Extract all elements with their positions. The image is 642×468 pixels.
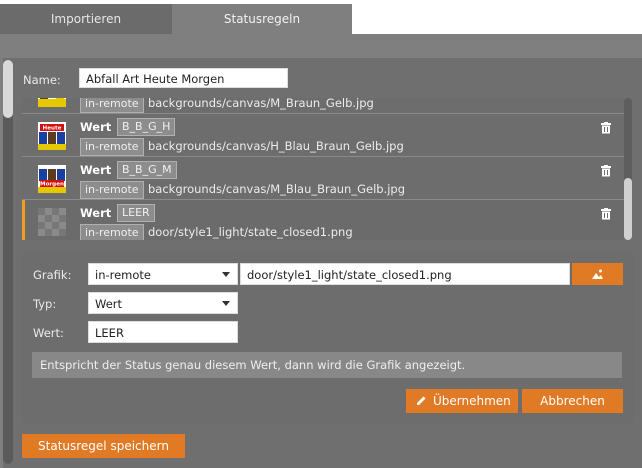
outer-scrollbar-thumb[interactable] [3, 60, 13, 118]
rule-row[interactable]: Heute Wert B_B_G_H in-remote backgrounds… [22, 114, 624, 157]
apply-button[interactable]: Übernehmen [406, 389, 518, 413]
rule-type: Wert [80, 163, 112, 177]
rule-value-tag: B_B_G_H [117, 118, 176, 136]
rule-hint: Entspricht der Status genau diesem Wert,… [32, 352, 622, 378]
rule-row[interactable]: in-remote backgrounds/canvas/M_Braun_Gel… [22, 98, 624, 114]
rule-value-tag: LEER [117, 204, 155, 222]
rule-source-tag: in-remote [80, 224, 144, 240]
outer-scrollbar[interactable] [3, 60, 13, 464]
trash-icon[interactable] [600, 122, 612, 134]
rule-list: in-remote backgrounds/canvas/M_Braun_Gel… [22, 98, 624, 240]
save-rule-button[interactable]: Statusregel speichern [22, 434, 185, 458]
wert-input[interactable]: LEER [88, 321, 238, 343]
rule-source-tag: in-remote [80, 181, 144, 199]
tab-statusregeln[interactable]: Statusregeln [172, 4, 352, 34]
thumbnail-text: Heute [43, 126, 62, 132]
pencil-icon [417, 396, 426, 405]
rule-path: backgrounds/canvas/M_Blau_Braun_Gelb.jpg [148, 182, 406, 196]
typ-value: Wert [95, 297, 123, 311]
wert-label: Wert: [33, 326, 64, 340]
typ-label: Typ: [33, 297, 57, 311]
rule-source-tag: in-remote [80, 138, 144, 156]
selection-indicator [22, 200, 25, 240]
grafik-label: Grafik: [33, 268, 72, 282]
thumbnail-text: Morgen [40, 182, 64, 188]
image-picker-icon [592, 269, 603, 279]
cancel-button[interactable]: Abbrechen [522, 389, 623, 413]
rule-thumbnail [38, 208, 66, 236]
rule-list-scrollbar[interactable] [624, 98, 632, 240]
rule-thumbnail [38, 98, 66, 107]
rule-type: Wert [80, 206, 112, 220]
typ-select[interactable]: Wert [88, 292, 238, 314]
grafik-path-input[interactable]: door/style1_light/state_closed1.png [240, 263, 570, 285]
rule-source-tag: in-remote [80, 98, 144, 113]
chevron-down-icon [222, 301, 230, 306]
rule-thumbnail: Heute [38, 122, 66, 150]
tab-bar: Importieren Statusregeln [0, 0, 642, 34]
trash-icon[interactable] [600, 165, 612, 177]
chevron-down-icon [222, 272, 230, 277]
rule-value-tag: B_B_G_M [117, 161, 177, 179]
grafik-source-value: in-remote [95, 268, 152, 282]
trash-icon[interactable] [600, 208, 612, 220]
image-picker-button[interactable] [572, 263, 623, 285]
rule-path: backgrounds/canvas/H_Blau_Braun_Gelb.jpg [148, 139, 404, 153]
rule-path: door/style1_light/state_closed1.png [148, 225, 353, 239]
rule-row[interactable]: Morgen Wert B_B_G_M in-remote background… [22, 157, 624, 200]
rule-thumbnail: Morgen [38, 165, 66, 193]
tab-importieren[interactable]: Importieren [0, 4, 172, 34]
apply-label: Übernehmen [433, 394, 511, 408]
rule-path: backgrounds/canvas/M_Braun_Gelb.jpg [148, 98, 374, 110]
grafik-source-select[interactable]: in-remote [88, 263, 238, 285]
rule-type: Wert [80, 120, 112, 134]
rule-row-selected[interactable]: Wert LEER in-remote door/style1_light/st… [22, 200, 624, 240]
rule-list-scrollbar-thumb[interactable] [624, 178, 632, 240]
name-label: Name: [23, 73, 61, 87]
name-input[interactable]: Abfall Art Heute Morgen [79, 68, 288, 88]
